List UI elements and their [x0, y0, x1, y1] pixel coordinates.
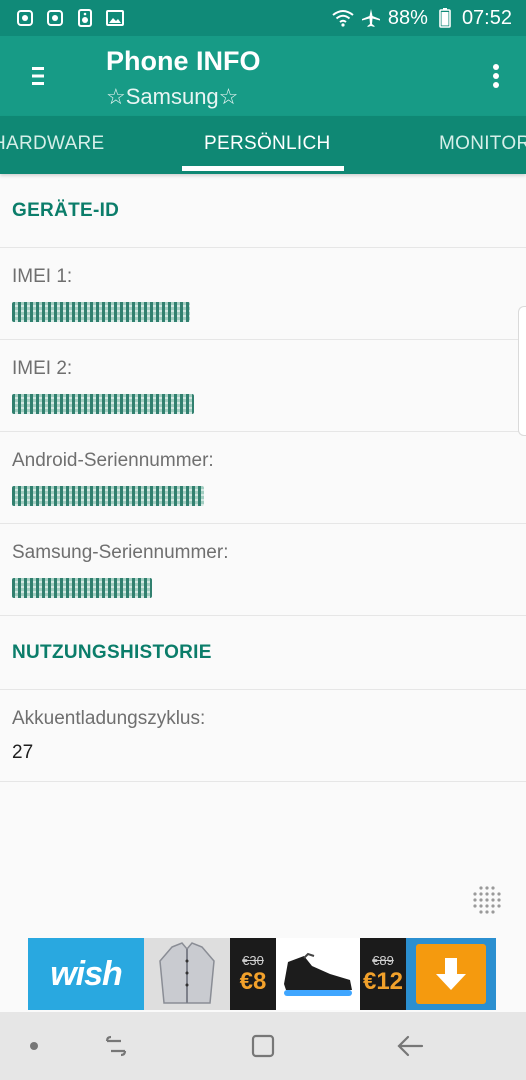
- item-label: Akkuentladungszyklus:: [12, 708, 206, 729]
- section-title-nutzungshistorie: NUTZUNGSHISTORIE: [0, 616, 526, 690]
- battery-percent: 88%: [387, 6, 428, 29]
- app-notification-icon: [44, 7, 66, 29]
- list-item-samsung-serial[interactable]: Samsung-Seriennummer:: [0, 524, 526, 616]
- wifi-icon: [332, 7, 354, 29]
- wish-logo: wish: [28, 938, 144, 1010]
- tab-monitor[interactable]: MONITOR: [439, 116, 526, 174]
- old-price: €89: [372, 952, 394, 968]
- airplane-icon: [360, 7, 382, 29]
- hamburger-menu-icon: [32, 67, 44, 85]
- item-label: IMEI 2:: [12, 358, 73, 379]
- list-item-android-serial[interactable]: Android-Seriennummer:: [0, 432, 526, 524]
- item-label: Samsung-Seriennummer:: [12, 542, 229, 563]
- list-item-battery-cycles[interactable]: Akkuentladungszyklus: 27: [0, 690, 526, 782]
- overflow-menu-button[interactable]: [480, 58, 512, 94]
- section-title-geraete-id: GERÄTE-ID: [0, 174, 526, 248]
- tab-hardware[interactable]: HARDWARE: [0, 116, 105, 174]
- battery-icon: [434, 7, 456, 29]
- image-icon: [104, 7, 126, 29]
- price-tag: €89 €12: [360, 938, 406, 1010]
- app-notification-icon: [14, 7, 36, 29]
- home-icon: [251, 1034, 275, 1058]
- price-tag: €30 €8: [230, 938, 276, 1010]
- system-navigation-bar: [0, 1012, 526, 1080]
- active-tab-indicator: [182, 166, 344, 171]
- item-value-redacted: [12, 392, 526, 416]
- ad-banner[interactable]: wish €30 €8 €89 €12: [28, 938, 496, 1010]
- recent-apps-icon: [105, 1035, 127, 1057]
- dot-icon: [30, 1042, 38, 1050]
- item-value: 27: [12, 742, 34, 763]
- back-button[interactable]: [390, 1026, 430, 1066]
- list-item-imei-2[interactable]: IMEI 2:: [0, 340, 526, 432]
- item-value-redacted: [12, 576, 526, 600]
- clock: 07:52: [461, 6, 512, 29]
- new-price: €12: [362, 967, 404, 995]
- item-value-redacted: [12, 484, 526, 508]
- download-button[interactable]: [406, 938, 496, 1010]
- item-label: Android-Seriennummer:: [12, 450, 214, 471]
- status-bar: 88% 07:52: [0, 0, 526, 36]
- home-button[interactable]: [243, 1026, 283, 1066]
- new-price: €8: [239, 967, 267, 995]
- old-price: €30: [242, 952, 264, 968]
- edge-panel-handle[interactable]: [518, 306, 526, 436]
- item-label: IMEI 1:: [12, 266, 73, 287]
- app-title: Phone INFO: [106, 46, 261, 76]
- nav-dot-button[interactable]: [14, 1026, 54, 1066]
- recent-apps-button[interactable]: [96, 1026, 136, 1066]
- app-subtitle: ☆Samsung☆: [106, 84, 239, 109]
- dots-grid-icon[interactable]: [471, 884, 503, 916]
- shirt-image: [144, 938, 230, 1010]
- menu-button[interactable]: [18, 56, 58, 96]
- list-item-imei-1[interactable]: IMEI 1:: [0, 248, 526, 340]
- sneaker-image: [276, 938, 360, 1010]
- back-arrow-icon: [397, 1035, 424, 1057]
- more-vert-icon: [493, 64, 499, 88]
- item-value-redacted: [12, 300, 526, 324]
- app-bar: Phone INFO ☆Samsung☆: [0, 36, 526, 116]
- speaker-icon: [74, 7, 96, 29]
- content-list: GERÄTE-ID IMEI 1: IMEI 2: Android-Serien…: [0, 174, 526, 782]
- arrow-down-icon: [436, 958, 466, 990]
